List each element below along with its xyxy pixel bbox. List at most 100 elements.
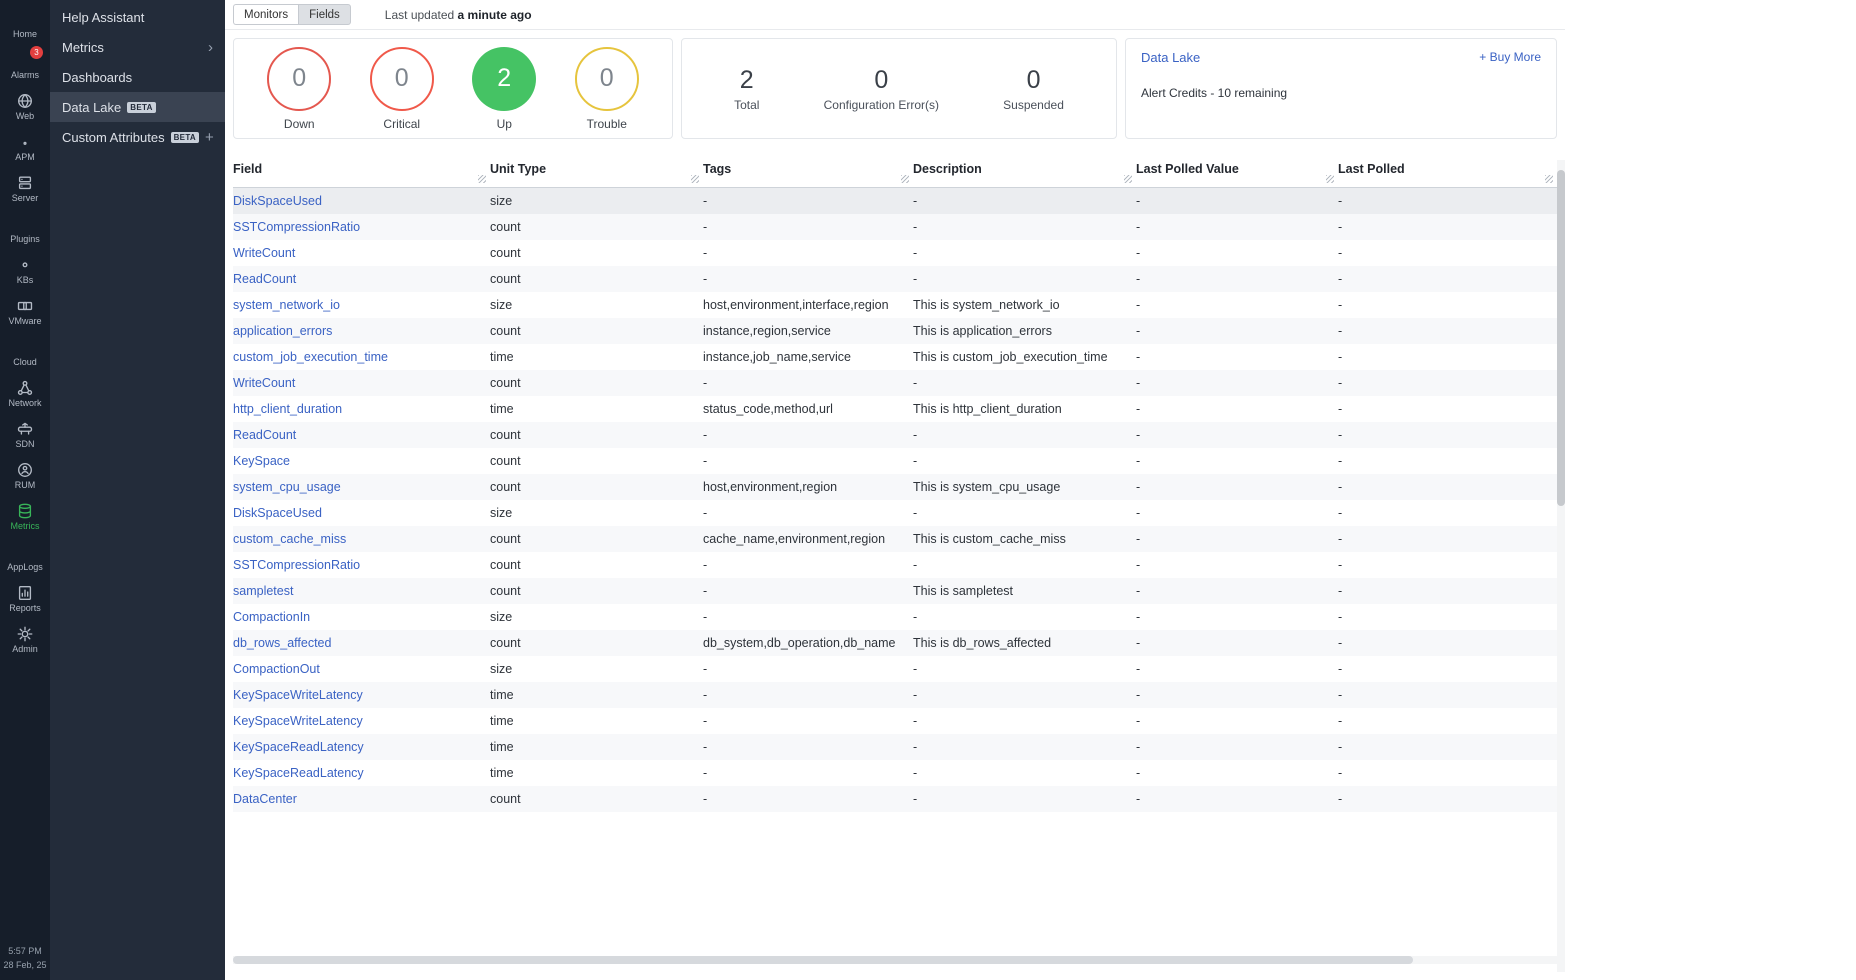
field-link[interactable]: KeySpaceWriteLatency [233,714,363,728]
rail-item-network[interactable]: Network [0,373,50,414]
monitor-status-card: 0 Down 0 Critical 2 Up 0 Trouble [233,38,673,139]
column-resize-handle[interactable] [1545,175,1553,183]
external-link-icon[interactable]: M8.5 4.5H4v11.5h11.5V11M11.5 3H17v5.5M17… [328,195,340,207]
last-polled-value-cell: - [1136,422,1338,448]
table-row: http_client_duration time status_code,me… [233,396,1557,422]
sidebar-item-data-lake[interactable]: Data Lake BETA [50,92,225,122]
column-header-description[interactable]: Description [913,152,1136,188]
last-polled-value-cell: - [1136,240,1338,266]
rail-item-plugins[interactable]: M7 3v4M13 3v4M5.5 7h9v2.5a4.5 4.5 0 0 1-… [0,209,50,250]
monitors-toggle-button[interactable]: Monitors [233,4,298,25]
field-link[interactable]: system_network_io [233,298,340,312]
sidebar-item-help-assistant[interactable]: Help Assistant [50,2,225,32]
sidebar-item-dashboards[interactable]: Dashboards [50,62,225,92]
rail-item-cloud[interactable]: M6 15a4 4 0 1 1 .6-7.96A5 5 0 0 1 16.2 9… [0,332,50,373]
description-cell: This is system_cpu_usage [913,474,1136,500]
external-link-icon: M8.5 4.5H4v11.5h11.5V11M11.5 3H17v5.5M17… [1205,52,1217,64]
tags-cell: - [703,656,913,682]
column-resize-handle[interactable] [1124,175,1132,183]
field-link[interactable]: DiskSpaceUsedM8.5 4.5H4v11.5h11.5V11M11.… [233,194,340,208]
last-polled-cell: - [1338,448,1557,474]
field-link[interactable]: custom_job_execution_time [233,350,388,364]
field-link[interactable]: CompactionIn [233,610,310,624]
unit-type-cell: count [490,578,703,604]
rail-item-metrics[interactable]: Metrics [0,496,50,537]
alert-credits-text: Alert Credits - 10 remaining [1141,86,1541,100]
rail-item-kbs[interactable]: M10 2.5l6.3 3.6v7.3L10 17l-6.3-3.6V6.1z … [0,250,50,291]
description-cell: This is http_client_duration [913,396,1136,422]
field-link[interactable]: KeySpaceReadLatency [233,766,364,780]
sidebar-item-metrics[interactable]: Metrics › [50,32,225,62]
field-link[interactable]: WriteCount [233,376,295,390]
column-header-unit-type[interactable]: Unit Type [490,152,703,188]
rail-item-admin[interactable]: Admin [0,619,50,660]
unit-type-cell: count [490,370,703,396]
sidebar-item-custom-attributes[interactable]: Custom Attributes BETA + [50,122,225,152]
last-polled-cell: - [1338,344,1557,370]
rail-item-vmware[interactable]: VMware [0,291,50,332]
table-row: application_errors count instance,region… [233,318,1557,344]
column-resize-handle[interactable] [1326,175,1334,183]
add-icon[interactable]: + [205,130,214,145]
tags-cell: - [703,786,913,812]
vertical-scrollbar-thumb[interactable] [1557,170,1565,506]
field-link[interactable]: sampletest [233,584,293,598]
horizontal-scrollbar-thumb[interactable] [233,956,1413,964]
field-link[interactable]: system_cpu_usage [233,480,341,494]
column-resize-handle[interactable] [691,175,699,183]
data-lake-link[interactable]: Data Lake M8.5 4.5H4v11.5h11.5V11M11.5 3… [1141,50,1217,65]
tags-cell: host,environment,region [703,474,913,500]
column-header-last-polled-value[interactable]: Last Polled Value [1136,152,1338,188]
field-link[interactable]: KeySpaceWriteLatency [233,688,363,702]
rail-item-server[interactable]: Server [0,168,50,209]
column-resize-handle[interactable] [901,175,909,183]
description-cell: This is application_errors [913,318,1136,344]
rail-item-rum[interactable]: RUM [0,455,50,496]
field-link[interactable]: db_rows_affected [233,636,331,650]
table-row: WriteCount count - - - - [233,240,1557,266]
tags-cell: - [703,240,913,266]
field-link[interactable]: SSTCompressionRatio [233,220,360,234]
description-cell: This is custom_cache_miss [913,526,1136,552]
rail-item-reports[interactable]: Reports [0,578,50,619]
field-link[interactable]: http_client_duration [233,402,342,416]
app-root: M3 10 10 3l7 7M5 9v8h4v-5h2v5h4V9 Home M… [0,0,1856,980]
field-link[interactable]: KeySpace [233,454,290,468]
field-link[interactable]: ReadCount [233,272,296,286]
rail-item-apm[interactable]: M4 14a7 7 0 1 1 12 0M10 11l3.5-3.5 APM [0,127,50,168]
status-count: 0 [575,47,639,111]
tags-cell: - [703,188,913,214]
rail-item-applogs[interactable]: M6 2.5h6l3 3v12H6zM8.3 9h5M8.3 12h5M8.3 … [0,537,50,578]
column-resize-handle[interactable] [478,175,486,183]
rail-item-home[interactable]: M3 10 10 3l7 7M5 9v8h4v-5h2v5h4V9 Home [0,4,50,45]
field-link[interactable]: DataCenter [233,792,297,806]
count-label: Total [734,98,759,112]
fields-toggle-button[interactable]: Fields [298,4,351,25]
status-label: Up [497,117,512,131]
alarm-count-badge: 3 [30,46,43,59]
field-link[interactable]: SSTCompressionRatio [233,558,360,572]
rail-item-web[interactable]: Web [0,86,50,127]
horizontal-scrollbar[interactable] [233,956,1557,964]
chevron-right-icon[interactable]: › [208,40,213,55]
field-link[interactable]: application_errors [233,324,332,338]
tags-cell: cache_name,environment,region [703,526,913,552]
unit-type-cell: time [490,682,703,708]
share-icon[interactable]: M3 16.5c1.2-5 5.5-7.3 10-7.3V5.5l5 5.8-5… [1538,6,1555,23]
refresh-icon[interactable]: M16.2 10a6.2 6.2 0 1 1-1.9-4.5M16.2 2.8v… [363,7,378,22]
buy-more-link[interactable]: + Buy More [1479,50,1541,64]
column-header-field[interactable]: Field [233,152,490,188]
field-link[interactable]: WriteCount [233,246,295,260]
vertical-scrollbar[interactable] [1557,160,1565,972]
field-link[interactable]: ReadCount [233,428,296,442]
field-link[interactable]: custom_cache_miss [233,532,346,546]
rail-item-alarms[interactable]: M10 3a4.5 4.5 0 0 0-4.5 4.5V11l-1.7 2.6h… [0,45,50,86]
field-link[interactable]: CompactionOut [233,662,320,676]
field-link[interactable]: DiskSpaceUsed [233,506,322,520]
rail-item-sdn[interactable]: SDN [0,414,50,455]
column-header-tags[interactable]: Tags [703,152,913,188]
column-header-last-polled[interactable]: Last Polled [1338,152,1557,188]
field-link[interactable]: KeySpaceReadLatency [233,740,364,754]
status-item-down: 0 Down [267,47,331,131]
last-polled-cell: - [1338,370,1557,396]
